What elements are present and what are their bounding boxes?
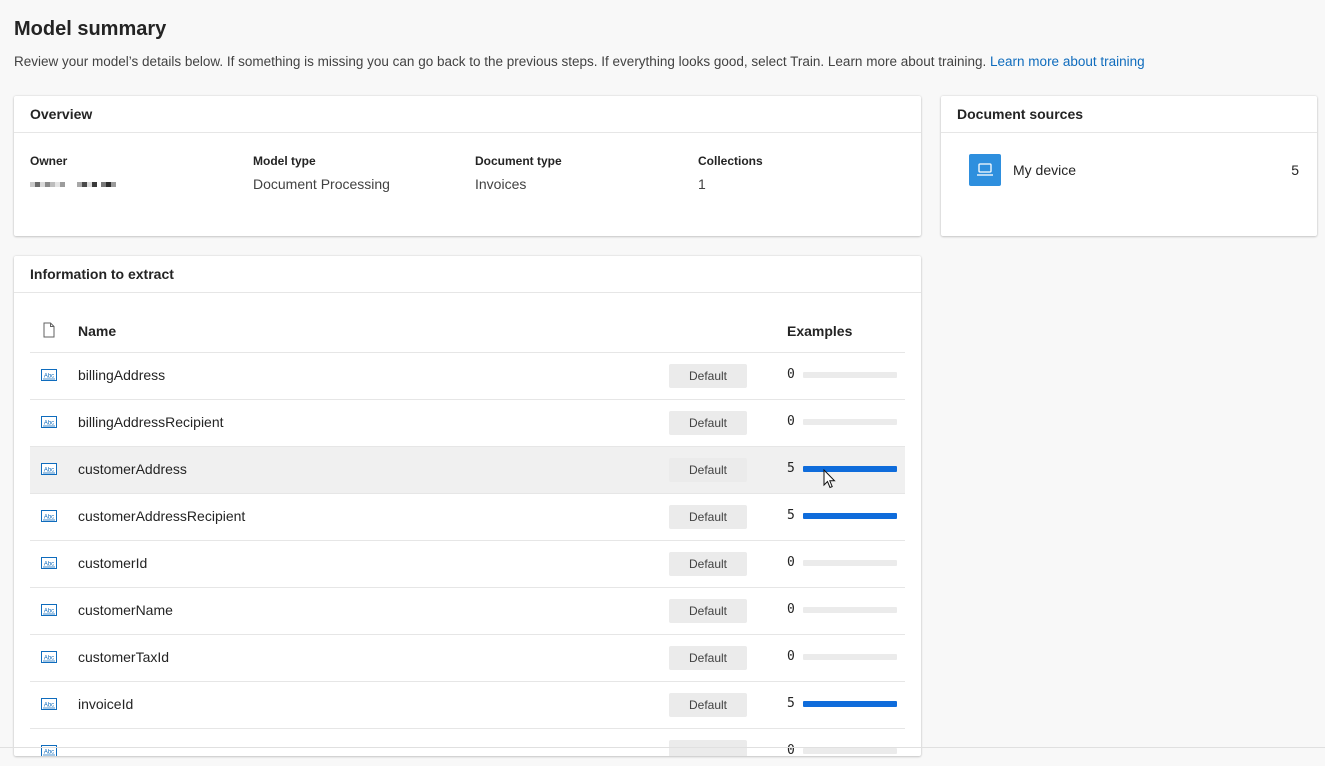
- field-name: customerId: [78, 555, 148, 571]
- text-field-icon: Abc: [41, 650, 57, 668]
- information-to-extract-card: Information to extract Name Examples Abc…: [14, 256, 921, 756]
- table-header: Name Examples: [30, 312, 905, 353]
- default-badge: Default: [669, 364, 747, 388]
- svg-text:Abc: Abc: [44, 750, 54, 756]
- examples-count: 0: [787, 743, 795, 756]
- text-field-icon: Abc: [41, 368, 57, 386]
- source-count: 5: [1291, 162, 1299, 178]
- redacted-owner: [30, 182, 116, 192]
- owner-field: Owner: [30, 154, 116, 192]
- text-field-icon: Abc: [41, 697, 57, 715]
- examples-progress-fill: [803, 701, 897, 707]
- page-description: Review your model’s details below. If so…: [14, 54, 1145, 69]
- model-type-label: Model type: [253, 154, 316, 168]
- text-field-icon: Abc: [41, 462, 57, 480]
- owner-value: [30, 176, 116, 192]
- model-type-value: Document Processing: [253, 176, 390, 192]
- examples-progress-bar: [803, 419, 897, 425]
- model-type-field: Model type Document Processing: [253, 154, 390, 192]
- examples-progress-bar: [803, 654, 897, 660]
- field-name: invoiceId: [78, 696, 134, 712]
- default-badge: Default: [669, 505, 747, 529]
- collections-value: 1: [698, 176, 706, 192]
- source-name: My device: [1013, 162, 1077, 178]
- examples-progress-bar: [803, 560, 897, 566]
- field-name: customerAddress: [78, 461, 187, 477]
- examples-count: 5: [787, 461, 795, 476]
- field-name: customerAddressRecipient: [78, 508, 246, 524]
- svg-text:Abc: Abc: [44, 656, 54, 662]
- table-row[interactable]: Abc customerAddressRecipient Default 5: [30, 494, 905, 541]
- collections-label: Collections: [698, 154, 763, 168]
- table-row[interactable]: Abc billingAddress Default 0: [30, 353, 905, 400]
- page-title: Model summary: [14, 18, 167, 40]
- examples-progress-fill: [803, 466, 897, 472]
- document-type-value: Invoices: [475, 176, 527, 192]
- examples-progress-bar: [803, 372, 897, 378]
- table-row[interactable]: Abc customerAddress Default 5: [30, 447, 905, 494]
- source-item-my-device[interactable]: My device 5: [969, 154, 1301, 186]
- examples-count: 0: [787, 602, 795, 617]
- examples-progress-fill: [803, 513, 897, 519]
- fields-list: Abc billingAddress Default 0 Abc billingAddre…: [30, 353, 905, 756]
- document-sources-header: Document sources: [941, 96, 1317, 133]
- default-badge: Default: [669, 552, 747, 576]
- svg-text:Abc: Abc: [44, 703, 54, 709]
- default-badge: Default: [669, 411, 747, 435]
- document-type-label: Document type: [475, 154, 562, 168]
- default-badge: Default: [669, 599, 747, 623]
- field-name: customerName: [78, 602, 173, 618]
- table-row[interactable]: Abc customerName Default 0: [30, 588, 905, 635]
- text-field-icon: Abc: [41, 603, 57, 621]
- examples-count: 0: [787, 367, 795, 382]
- default-badge: Default: [669, 458, 747, 482]
- learn-more-link[interactable]: Learn more about training: [990, 54, 1145, 69]
- default-badge: Default: [669, 693, 747, 717]
- extract-header: Information to extract: [14, 256, 921, 293]
- text-field-icon: Abc: [41, 509, 57, 527]
- table-row[interactable]: Abc 0: [30, 729, 905, 756]
- document-sources-card: Document sources My device 5: [941, 96, 1317, 236]
- examples-progress-bar: [803, 701, 897, 707]
- field-name: customerTaxId: [78, 649, 170, 665]
- column-examples[interactable]: Examples: [787, 323, 852, 339]
- examples-progress-bar: [803, 748, 897, 754]
- examples-progress-bar: [803, 607, 897, 613]
- svg-text:Abc: Abc: [44, 515, 54, 521]
- table-row[interactable]: Abc customerId Default 0: [30, 541, 905, 588]
- owner-label: Owner: [30, 154, 68, 168]
- laptop-icon: [969, 154, 1001, 186]
- document-type-field: Document type Invoices: [475, 154, 562, 192]
- examples-progress-bar: [803, 513, 897, 519]
- svg-text:Abc: Abc: [44, 609, 54, 615]
- overview-header: Overview: [14, 96, 921, 133]
- examples-count: 0: [787, 414, 795, 429]
- column-name[interactable]: Name: [78, 323, 116, 339]
- document-icon: [42, 322, 56, 343]
- svg-text:Abc: Abc: [44, 562, 54, 568]
- field-name: billingAddress: [78, 367, 166, 383]
- text-field-icon: Abc: [41, 556, 57, 574]
- examples-progress-bar: [803, 466, 897, 472]
- examples-count: 0: [787, 555, 795, 570]
- table-row[interactable]: Abc customerTaxId Default 0: [30, 635, 905, 682]
- overview-card: Overview Owner Model type Document Proce…: [14, 96, 921, 236]
- collections-field: Collections 1: [698, 154, 763, 192]
- mouse-cursor-icon: [823, 468, 837, 494]
- table-row[interactable]: Abc billingAddressRecipient Default 0: [30, 400, 905, 447]
- examples-count: 5: [787, 696, 795, 711]
- field-name: billingAddressRecipient: [78, 414, 224, 430]
- text-field-icon: Abc: [41, 744, 57, 756]
- text-field-icon: Abc: [41, 415, 57, 433]
- description-text: Review your model’s details below. If so…: [14, 54, 987, 69]
- footer-divider: [0, 747, 1325, 748]
- default-badge: Default: [669, 646, 747, 670]
- table-row[interactable]: Abc invoiceId Default 5: [30, 682, 905, 729]
- examples-count: 5: [787, 508, 795, 523]
- examples-count: 0: [787, 649, 795, 664]
- default-badge: [669, 740, 747, 756]
